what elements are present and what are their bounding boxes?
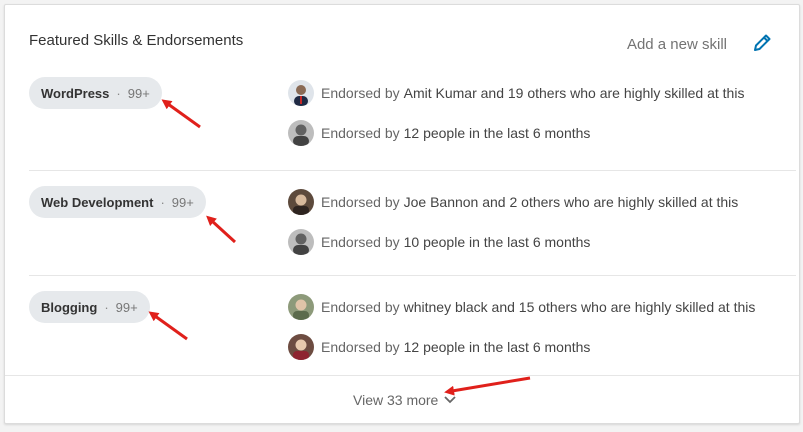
skills-card: Featured Skills & Endorsements Add a new… (4, 4, 800, 424)
endorsement-count: 99+ (171, 194, 194, 210)
endorsed-by-prefix: Endorsed by (321, 125, 400, 141)
endorsement-line[interactable]: Endorsed by Joe Bannon and 2 others who … (288, 189, 738, 215)
skill-name: Blogging (41, 299, 98, 315)
separator-dot: · (104, 299, 109, 315)
endorsed-by-prefix: Endorsed by (321, 194, 400, 210)
endorsement-count: 99+ (115, 299, 138, 315)
skill-name: Web Development (41, 194, 154, 210)
section-title: Featured Skills & Endorsements (29, 32, 244, 49)
endorsement-line[interactable]: Endorsed by Amit Kumar and 19 others who… (288, 80, 744, 106)
card-footer: View 33 more (5, 375, 799, 424)
endorsed-by-prefix: Endorsed by (321, 339, 400, 355)
skill-row: Web Development · 99+ Endorsed by Joe Ba… (29, 170, 796, 276)
endorsement-count: 99+ (127, 85, 150, 101)
endorsement-line[interactable]: Endorsed by 12 people in the last 6 mont… (288, 120, 590, 146)
skill-row: Blogging · 99+ Endorsed by whitney black… (29, 275, 796, 381)
skill-name: WordPress (41, 85, 110, 101)
skill-pill-web-development[interactable]: Web Development · 99+ (29, 186, 206, 218)
view-more-label: View 33 more (353, 392, 439, 408)
endorsement-text: Amit Kumar and 19 others who are highly … (403, 85, 745, 101)
avatar[interactable] (288, 334, 314, 360)
view-more-button[interactable]: View 33 more (353, 392, 456, 408)
avatar[interactable] (288, 120, 314, 146)
endorsed-by-prefix: Endorsed by (321, 299, 400, 315)
endorsement-text: 12 people in the last 6 months (403, 125, 591, 141)
avatar[interactable] (288, 294, 314, 320)
endorsement-line[interactable]: Endorsed by 12 people in the last 6 mont… (288, 334, 590, 360)
skill-pill-wordpress[interactable]: WordPress · 99+ (29, 77, 162, 109)
endorsement-text: 12 people in the last 6 months (403, 339, 591, 355)
endorsement-text: 10 people in the last 6 months (403, 234, 591, 250)
endorsement-text: Joe Bannon and 2 others who are highly s… (403, 194, 739, 210)
avatar[interactable] (288, 80, 314, 106)
avatar[interactable] (288, 229, 314, 255)
endorsed-by-prefix: Endorsed by (321, 85, 400, 101)
skill-pill-blogging[interactable]: Blogging · 99+ (29, 291, 150, 323)
skill-row: WordPress · 99+ Endorsed by Amit Kumar a… (29, 65, 796, 170)
separator-dot: · (116, 85, 121, 101)
endorsement-line[interactable]: Endorsed by whitney black and 15 others … (288, 294, 755, 320)
separator-dot: · (160, 194, 165, 210)
endorsed-by-prefix: Endorsed by (321, 234, 400, 250)
add-skill-button[interactable]: Add a new skill (627, 36, 727, 53)
endorsement-text: whitney black and 15 others who are high… (403, 299, 756, 315)
avatar[interactable] (288, 189, 314, 215)
pencil-icon[interactable] (751, 32, 773, 54)
chevron-down-icon (444, 396, 456, 404)
endorsement-line[interactable]: Endorsed by 10 people in the last 6 mont… (288, 229, 590, 255)
